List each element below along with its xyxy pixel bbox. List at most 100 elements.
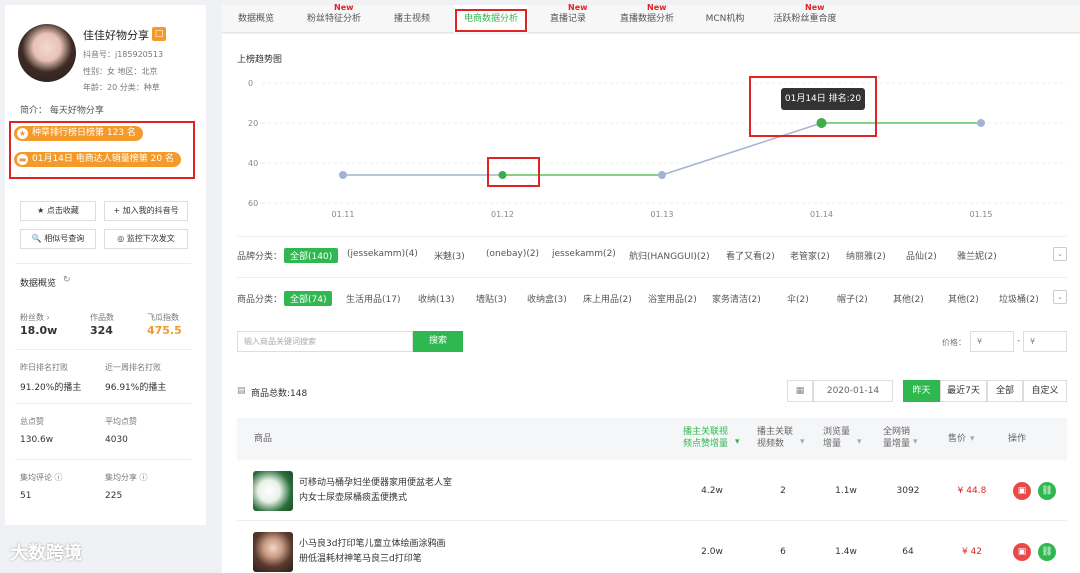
trend-chart: 0 20 40 60 01.11 01.12 01.13 01.14 01.15 [248,79,1067,219]
price-cell: ¥ 44.8 [957,486,987,496]
brand-filter-item[interactable]: 老管家(2) [790,249,830,262]
fans-label[interactable]: 粉丝数 › [20,312,50,323]
divider [15,263,191,264]
goods-filter-item[interactable]: 床上用品(2) [583,292,632,305]
table-row[interactable]: 可移动马桶孕妇坐便器家用便盆老人室 内女士尿壶尿桶痰盂便携式 4.2w 2 1.… [237,461,1067,521]
product-title[interactable]: 可移动马桶孕妇坐便器家用便盆老人室 [299,475,452,488]
divider [237,236,1067,237]
rank-badge-sales: ▬ 01月14日 电商达人销量榜第 20 名 [14,152,181,167]
sort-icon[interactable]: ▾ [800,436,805,448]
goods-filter-item[interactable]: 浴室用品(2) [648,292,697,305]
price-dash: - [1017,336,1021,346]
rank-label: 种草排行榜日榜第 123 名 [32,128,136,138]
shop-icon[interactable]: ▣ [1013,543,1031,561]
search-button[interactable]: 搜索 [413,331,463,352]
monitor-button[interactable]: ◎ 监控下次发文 [104,229,188,249]
th-views[interactable]: 浏览量增量 [823,426,853,450]
fans-value: 18.0w [20,324,58,337]
goods-label: 商品分类： [237,295,283,305]
product-title[interactable]: 册低温耗材神笔马良三d打印笔 [299,551,422,564]
brand-filter-item[interactable]: 雅兰妮(2) [957,249,997,262]
shares-value: 225 [105,491,123,501]
brand-filter-item[interactable]: 纳丽雅(2) [846,249,886,262]
new-badge: New [568,3,588,12]
price-min-input[interactable]: ¥ [970,331,1014,352]
product-thumbnail[interactable] [253,532,293,572]
sort-icon[interactable]: ▾ [970,433,975,445]
link-icon[interactable]: ⛓ [1038,543,1056,561]
goods-filter-item[interactable]: 墙贴(3) [476,292,507,305]
douyin-id: 抖音号：j185920513 [83,50,164,59]
refresh-icon[interactable]: ↻ [63,275,71,285]
new-badge: New [334,3,354,12]
avatar [18,24,76,82]
collect-button[interactable]: ★ 点击收藏 [20,201,96,221]
goods-filter-item[interactable]: 其他(2) [893,292,924,305]
seg-all[interactable]: 全部 [987,380,1023,402]
th-likes[interactable]: 播主关联视频点赞增量 [683,426,733,450]
y-tick-label: 0 [248,79,253,88]
profile-name: 佳佳好物分享 [83,29,149,42]
goods-filter-item[interactable]: 生活用品(17) [346,292,400,305]
new-badge: New [647,3,667,12]
sort-icon[interactable]: ▾ [857,436,862,448]
chevron-down-icon[interactable]: ⌄ [1053,290,1067,304]
works-value: 324 [90,324,113,337]
likes-label: 总点赞 [20,417,44,426]
goods-filter-item[interactable]: 收纳(13) [418,292,454,305]
avg-likes-value: 4030 [105,435,128,445]
tab-0[interactable]: 数据概览 [222,5,290,33]
new-badge: New [805,3,825,12]
age-category: 年龄：20 分类：种草 [83,83,160,92]
link-icon[interactable]: ⛓ [1038,482,1056,500]
divider [237,277,1067,278]
product-thumbnail[interactable] [253,471,293,511]
tab-2[interactable]: 播主视频 [380,5,444,33]
chevron-down-icon[interactable]: ⌄ [1053,247,1067,261]
sort-icon[interactable]: ▾ [913,436,918,448]
data-point[interactable] [658,171,666,179]
shop-icon[interactable]: ▣ [1013,482,1031,500]
th-videos[interactable]: 播主关联视频数 [757,426,797,450]
goods-filter-item[interactable]: 帽子(2) [837,292,868,305]
table-row[interactable]: 小马良3d打印笔儿童立体绘画涂鸦画 册低温耗材神笔马良三d打印笔 2.0w 6 … [237,522,1067,573]
goods-filter-item[interactable]: 全部(74) [284,291,333,306]
th-sales[interactable]: 全网销量增量 [883,426,913,450]
brand-filter-item[interactable]: 看了又看(2) [726,249,775,262]
sort-down-icon[interactable]: ▾ [735,436,740,448]
brand-filter-item[interactable]: (jessekamm)(4) [347,249,418,259]
goods-filter-item[interactable]: 伞(2) [787,292,809,305]
goods-filter-item[interactable]: 其他(2) [948,292,979,305]
videos-cell: 6 [780,547,786,557]
th-price[interactable]: 售价 [948,433,966,445]
date-input[interactable]: 2020-01-14 [813,380,893,402]
brand-filter-item[interactable]: 全部(140) [284,248,339,263]
goods-filter-item[interactable]: 收纳盒(3) [527,292,567,305]
data-point[interactable] [977,119,985,127]
product-title[interactable]: 内女士尿壶尿桶痰盂便携式 [299,490,407,503]
comments-label: 集均评论 ⓘ [20,473,63,482]
seg-custom[interactable]: 自定义 [1023,380,1067,402]
product-title[interactable]: 小马良3d打印笔儿童立体绘画涂鸦画 [299,536,445,549]
goods-filter-item[interactable]: 垃圾桶(2) [999,292,1039,305]
seg-yesterday[interactable]: 昨天 [903,380,940,402]
goods-filter-item[interactable]: 家务清洁(2) [712,292,761,305]
brand-filter-item[interactable]: 航归(HANGGUI)(2) [629,249,710,262]
brand-filter-item[interactable]: jessekamm(2) [552,249,616,259]
y-tick-label: 20 [248,119,258,128]
tab-6[interactable]: MCN机构 [690,5,760,33]
avg-likes-label: 平均点赞 [105,417,137,426]
brand-filter-item[interactable]: 品仙(2) [906,249,937,262]
seg-7days[interactable]: 最近7天 [940,380,987,402]
ranking-icon: ▬ [17,154,28,165]
table-header [237,418,1067,460]
add-douyin-button[interactable]: + 加入我的抖音号 [104,201,188,221]
data-point[interactable] [339,171,347,179]
chart-title: 上榜趋势图 [237,55,283,65]
price-max-input[interactable]: ¥ [1023,331,1067,352]
similar-search-button[interactable]: 🔍 相似号查询 [20,229,96,249]
brand-filter-item[interactable]: (onebay)(2) [486,249,539,259]
brand-filter-item[interactable]: 米魅(3) [434,249,465,262]
calendar-icon[interactable]: ▦ [787,380,813,402]
search-input[interactable]: 输入商品关键词搜索 [237,331,413,352]
